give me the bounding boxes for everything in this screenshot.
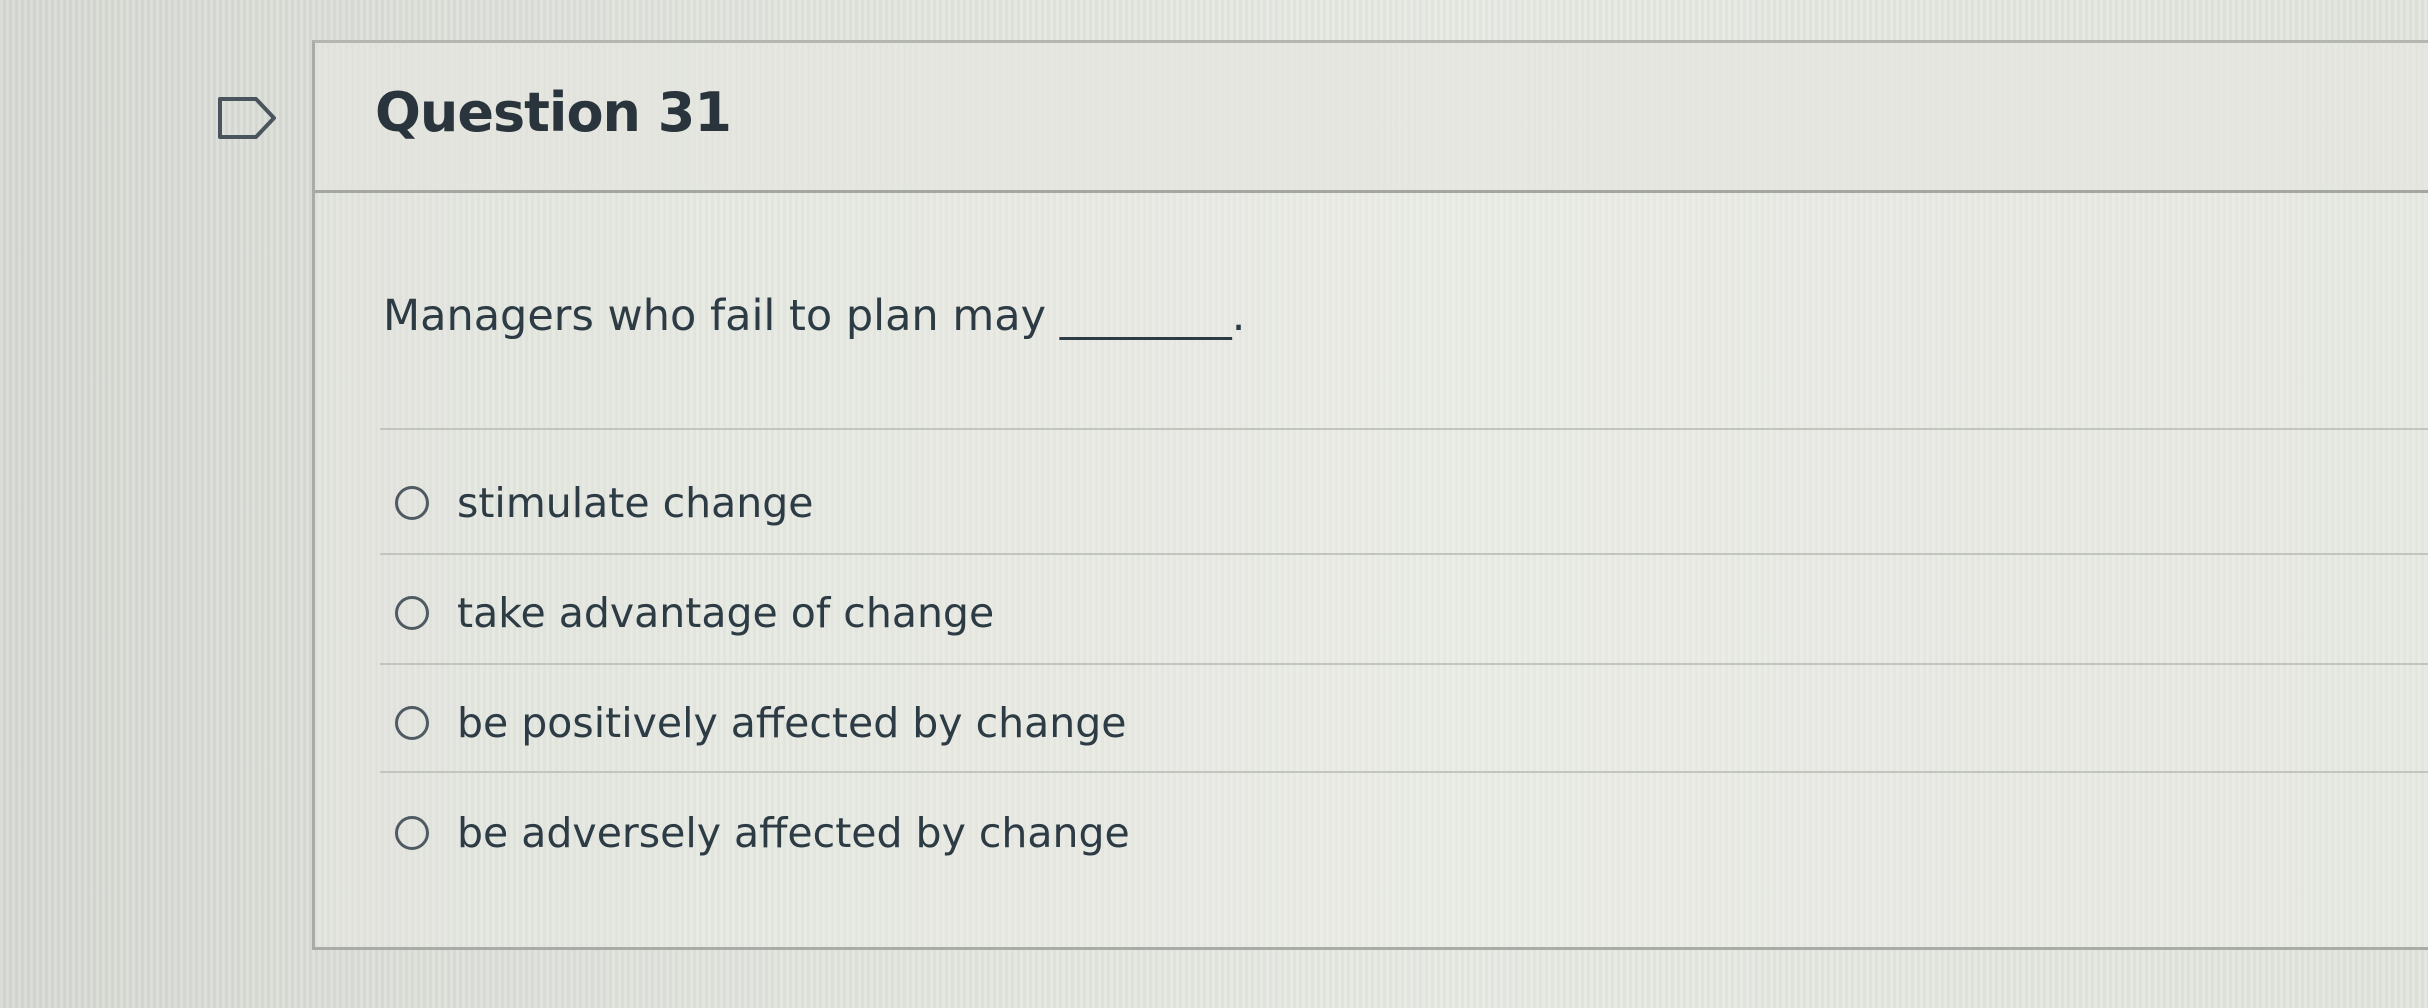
- quiz-page: Question 31 Managers who fail to plan ma…: [0, 0, 2428, 1008]
- answer-label: be positively affected by change: [457, 699, 1127, 747]
- answers-top-divider: [380, 428, 2428, 430]
- flag-question-button[interactable]: [216, 95, 280, 141]
- answer-option-1[interactable]: stimulate change: [395, 468, 814, 538]
- answer-option-4[interactable]: be adversely affected by change: [395, 798, 1130, 868]
- flag-question-icon: [218, 97, 276, 139]
- radio-unselected-icon[interactable]: [395, 596, 429, 630]
- answer-label: take advantage of change: [457, 589, 995, 637]
- answer-divider: [380, 553, 2428, 555]
- question-prompt: Managers who fail to plan may ________.: [383, 291, 1246, 341]
- answer-divider: [380, 663, 2428, 665]
- question-card: Question 31 Managers who fail to plan ma…: [312, 40, 2428, 950]
- radio-unselected-icon[interactable]: [395, 486, 429, 520]
- answer-divider: [380, 771, 2428, 773]
- answer-label: stimulate change: [457, 479, 814, 527]
- answer-option-3[interactable]: be positively affected by change: [395, 688, 1127, 758]
- question-header: Question 31: [315, 43, 2428, 193]
- radio-unselected-icon[interactable]: [395, 706, 429, 740]
- question-title: Question 31: [375, 81, 732, 144]
- answer-label: be adversely affected by change: [457, 809, 1130, 857]
- answer-option-2[interactable]: take advantage of change: [395, 578, 994, 648]
- radio-unselected-icon[interactable]: [395, 816, 429, 850]
